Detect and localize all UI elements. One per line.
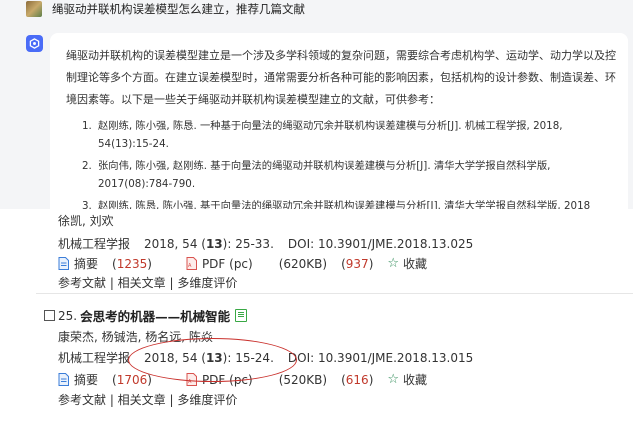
star-icon: ☆ bbox=[387, 371, 400, 387]
answer-intro-text: 绳驱动并联机构的误差模型建立是一个涉及多学科领域的复杂问题，需要综合考虑机构学、… bbox=[66, 49, 616, 106]
entry1-authors: 徐凯, 刘欢 bbox=[58, 214, 114, 228]
entry2-checkbox[interactable] bbox=[44, 310, 55, 321]
entry2-abstract-link[interactable]: 摘要 bbox=[74, 371, 98, 388]
entry2-journal: 机械工程学报 bbox=[58, 351, 131, 365]
red-annotation-ellipse bbox=[128, 338, 297, 382]
entry1-meta: 摘要 (1235) A PDF (pc) (620KB) (937) ☆ 收藏 bbox=[58, 255, 427, 272]
entry1-year-volume: 2018, 54 ( bbox=[144, 236, 206, 251]
entry1-pages: ): 25-33. bbox=[222, 236, 274, 251]
entry1-pdf-count: 937 bbox=[345, 256, 369, 271]
entry1-journal: 机械工程学报 bbox=[58, 237, 131, 251]
reference-list: 1. 赵刚练, 陈小强, 陈恳. 一种基于向量法的绳驱动冗余并联机构误差建模与分… bbox=[82, 117, 612, 214]
entry1-links[interactable]: 参考文献 | 相关文章 | 多维度评价 bbox=[58, 274, 237, 291]
chat-panel: 绳驱动并联机构误差模型怎么建立，推荐几篇文献 绳驱动并联机构的误差模型建立是一个… bbox=[0, 0, 633, 214]
user-avatar bbox=[26, 1, 42, 17]
entry1-doi: DOI: 10.3901/JME.2018.13.025 bbox=[287, 236, 474, 251]
article-list: 徐凯, 刘欢 机械工程学报 2018, 54 (13): 25-33. DOI:… bbox=[0, 209, 633, 422]
entry2-favorite-button[interactable]: 收藏 bbox=[403, 371, 427, 388]
entry1-abstract-count: 1235 bbox=[116, 256, 148, 271]
user-message: 绳驱动并联机构误差模型怎么建立，推荐几篇文献 bbox=[26, 0, 305, 18]
entry-divider bbox=[36, 293, 633, 294]
pdf-icon: A bbox=[186, 257, 197, 270]
entry1-pdf-size: (620KB) bbox=[278, 256, 328, 271]
entry2-title[interactable]: 会思考的机器——机械智能 bbox=[80, 306, 230, 325]
assistant-avatar-icon bbox=[26, 35, 43, 52]
entry2-abstract-count: 1706 bbox=[116, 372, 148, 387]
star-icon: ☆ bbox=[387, 255, 400, 271]
abstract-doc-icon bbox=[58, 257, 69, 270]
entry2-pdf-count: 616 bbox=[345, 372, 369, 387]
reference-item: 1. 赵刚练, 陈小强, 陈恳. 一种基于向量法的绳驱动冗余并联机构误差建模与分… bbox=[82, 117, 612, 153]
reference-item: 2. 张向伟, 陈小强, 赵刚练. 基于向量法的绳驱动并联机构误差建模与分析[J… bbox=[82, 157, 612, 193]
assistant-answer-card: 绳驱动并联机构的误差模型建立是一个涉及多学科领域的复杂问题，需要综合考虑机构学、… bbox=[50, 33, 628, 214]
fulltext-html-icon[interactable] bbox=[235, 309, 248, 322]
entry1-favorite-button[interactable]: 收藏 bbox=[403, 255, 427, 272]
entry1-abstract-link[interactable]: 摘要 bbox=[74, 255, 98, 272]
entry2-number: 25. bbox=[58, 308, 78, 323]
entry1-issue: 13 bbox=[205, 236, 223, 251]
entry2-title-row: 25. 会思考的机器——机械智能 bbox=[44, 306, 248, 325]
entry2-doi: DOI: 10.3901/JME.2018.13.015 bbox=[287, 350, 474, 365]
entry2-pdf-size: (520KB) bbox=[278, 372, 328, 387]
reference-number: 2. bbox=[82, 160, 92, 172]
svg-text:A: A bbox=[188, 263, 192, 269]
entry1-citation: 机械工程学报 2018, 54 (13): 25-33. DOI: 10.390… bbox=[58, 235, 473, 252]
abstract-doc-icon bbox=[58, 373, 69, 386]
entry1-pdf-link[interactable]: PDF (pc) bbox=[202, 257, 253, 271]
reference-text: 赵刚练, 陈小强, 陈恳. 一种基于向量法的绳驱动冗余并联机构误差建模与分析[J… bbox=[98, 120, 563, 150]
reference-number: 1. bbox=[82, 120, 92, 132]
entry2-links[interactable]: 参考文献 | 相关文章 | 多维度评价 bbox=[58, 391, 237, 408]
user-question: 绳驱动并联机构误差模型怎么建立，推荐几篇文献 bbox=[52, 2, 305, 16]
reference-text: 张向伟, 陈小强, 赵刚练. 基于向量法的绳驱动并联机构误差建模与分析[J]. … bbox=[98, 160, 551, 190]
